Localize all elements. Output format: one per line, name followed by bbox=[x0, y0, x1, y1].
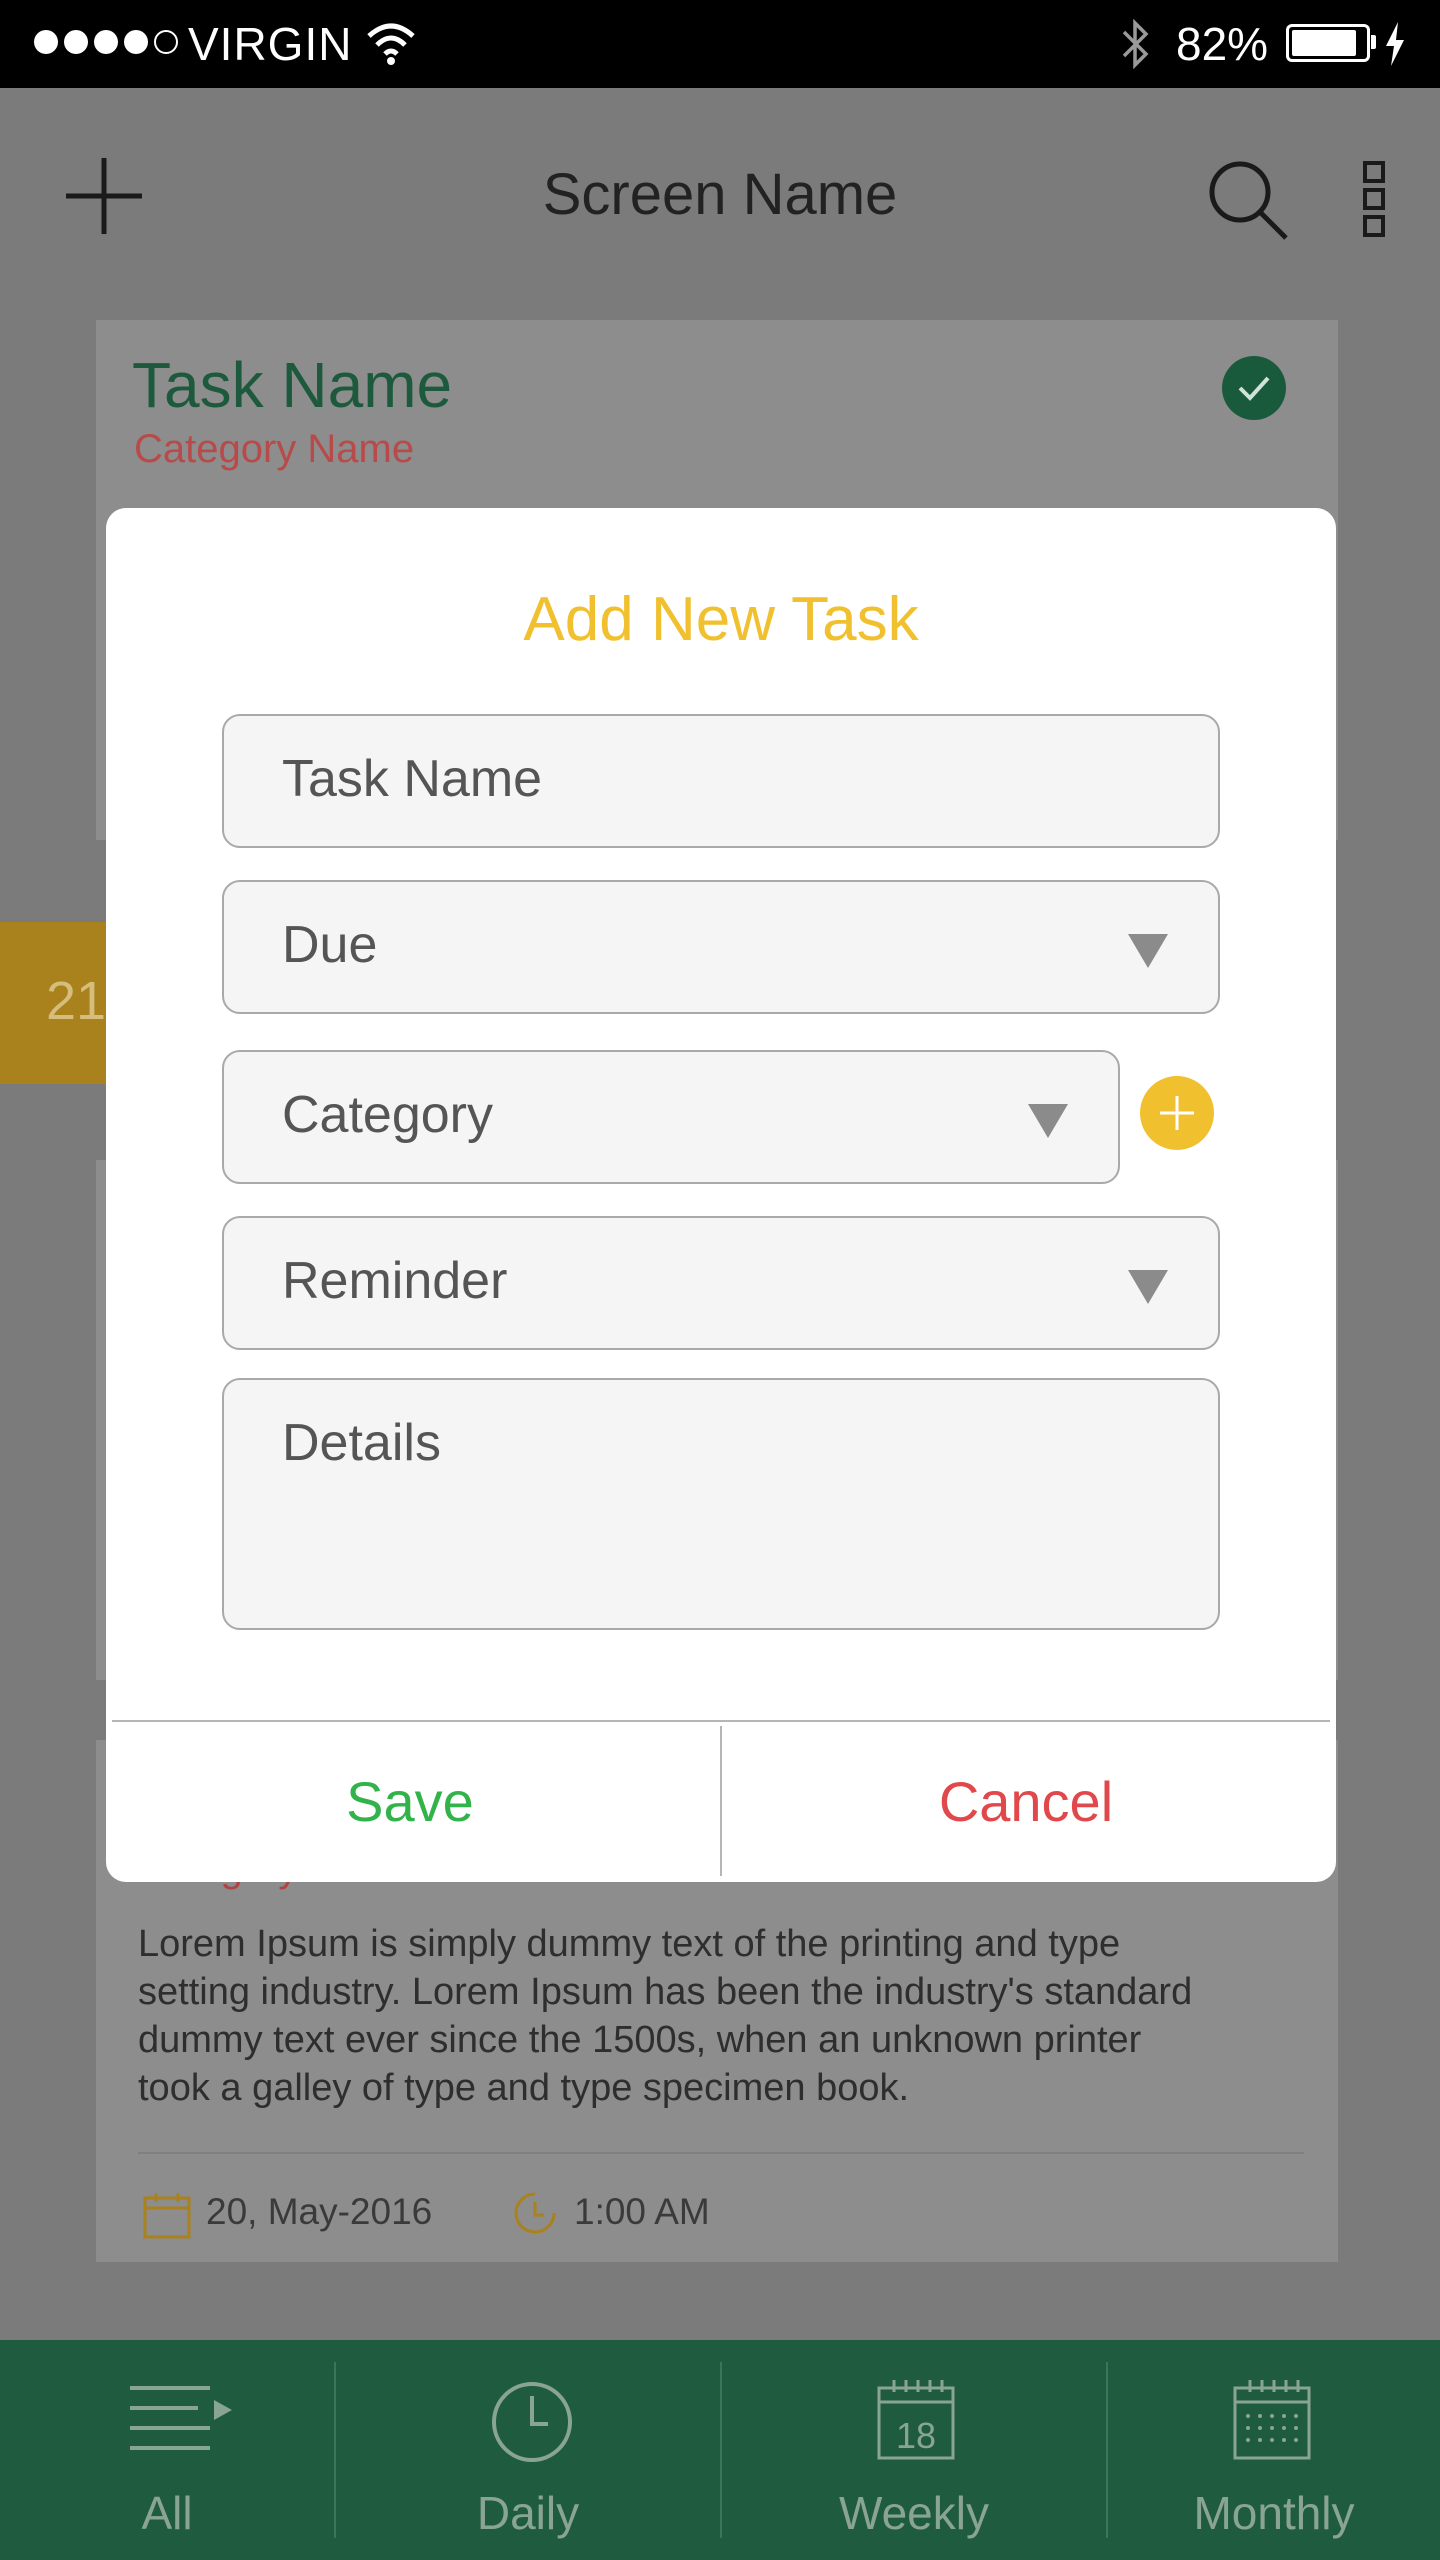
reminder-placeholder: Reminder bbox=[282, 1252, 508, 1310]
add-task-dialog: Add New Task Task Name Due Category Remi… bbox=[106, 508, 1336, 1882]
calendar-month-icon bbox=[1233, 2380, 1311, 2460]
dropdown-arrow-icon bbox=[1128, 934, 1168, 968]
dropdown-arrow-icon bbox=[1128, 1270, 1168, 1304]
more-vertical-icon[interactable] bbox=[1362, 160, 1388, 238]
task-time: 1:00 AM bbox=[574, 2191, 710, 2232]
plus-icon bbox=[1160, 1096, 1194, 1130]
due-placeholder: Due bbox=[282, 916, 378, 974]
date-badge: 21 bbox=[0, 922, 106, 1084]
bottom-navigation: All Daily 18 Weekly Monthly bbox=[0, 2340, 1440, 2560]
task-name-placeholder: Task Name bbox=[282, 750, 543, 808]
signal-strength-icon bbox=[34, 30, 178, 54]
status-bar: VIRGIN 82% bbox=[0, 0, 1440, 88]
nav-item-daily[interactable]: Daily bbox=[336, 2340, 720, 2560]
task-name-input[interactable]: Task Name bbox=[222, 714, 1220, 848]
task-date: 20, May-2016 bbox=[206, 2191, 433, 2232]
nav-item-monthly[interactable]: Monthly bbox=[1108, 2340, 1440, 2560]
wifi-icon bbox=[367, 23, 415, 65]
calendar-icon bbox=[143, 2193, 191, 2239]
due-select[interactable]: Due bbox=[222, 880, 1220, 1014]
save-button[interactable]: Save bbox=[106, 1726, 714, 1876]
nav-label-monthly: Monthly bbox=[1193, 2487, 1355, 2539]
dialog-title: Add New Task bbox=[523, 585, 919, 654]
dropdown-arrow-icon bbox=[1028, 1104, 1068, 1138]
calendar-week-icon: 18 bbox=[877, 2380, 955, 2460]
task-name: Task Name bbox=[132, 349, 453, 421]
task-description: Lorem Ipsum is simply dummy text of the … bbox=[138, 1923, 1193, 2109]
completed-check-icon[interactable] bbox=[1222, 356, 1286, 420]
category-name: Category Name bbox=[134, 427, 415, 471]
battery-icon bbox=[1286, 24, 1370, 62]
time-icon bbox=[514, 2192, 556, 2234]
nav-label-weekly: Weekly bbox=[839, 2487, 989, 2539]
charging-icon bbox=[1386, 22, 1404, 66]
nav-item-weekly[interactable]: 18 Weekly bbox=[722, 2340, 1106, 2560]
clock-icon bbox=[492, 2382, 572, 2462]
cancel-button[interactable]: Cancel bbox=[722, 1726, 1330, 1876]
list-icon bbox=[130, 2386, 232, 2450]
nav-label-daily: Daily bbox=[476, 2487, 580, 2539]
card-divider bbox=[138, 2152, 1304, 2154]
svg-text:18: 18 bbox=[896, 2415, 936, 2456]
battery-percent: 82% bbox=[1176, 18, 1269, 70]
add-category-button[interactable] bbox=[1140, 1076, 1214, 1150]
category-select[interactable]: Category bbox=[222, 1050, 1120, 1184]
carrier-name: VIRGIN bbox=[188, 18, 353, 70]
category-placeholder: Category bbox=[282, 1086, 493, 1144]
nav-label-all: All bbox=[141, 2487, 193, 2539]
nav-item-all[interactable]: All bbox=[0, 2340, 334, 2560]
details-placeholder: Details bbox=[282, 1414, 441, 1472]
date-badge-text: 21 bbox=[46, 971, 107, 1031]
battery-nub bbox=[1371, 35, 1376, 49]
dialog-divider bbox=[112, 1720, 1330, 1722]
reminder-select[interactable]: Reminder bbox=[222, 1216, 1220, 1350]
search-icon[interactable] bbox=[1206, 158, 1290, 242]
bluetooth-icon bbox=[1122, 18, 1149, 70]
details-textarea[interactable]: Details bbox=[222, 1378, 1220, 1630]
